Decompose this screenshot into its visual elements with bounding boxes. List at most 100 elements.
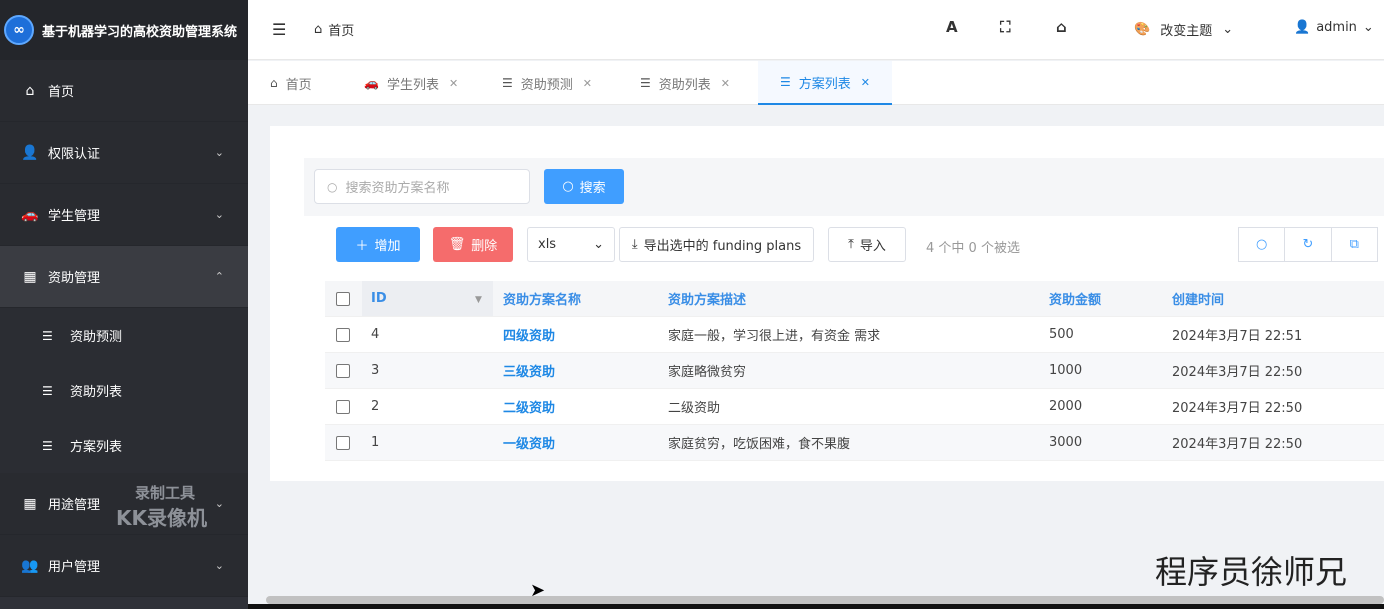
home-icon[interactable]: ⌂: [1056, 18, 1067, 36]
user-label: admin: [1316, 20, 1357, 35]
sidebar-subitem-label: 资助预测: [70, 330, 123, 345]
sidebar-item-auth[interactable]: 👤 权限认证 ⌄: [0, 122, 248, 184]
column-header-time[interactable]: 创建时间: [1172, 281, 1224, 316]
car-icon: 🚗: [364, 76, 379, 90]
select-all-checkbox[interactable]: [336, 281, 350, 316]
columns-icon[interactable]: ⧉: [1332, 228, 1377, 261]
add-button[interactable]: ＋ 增加: [336, 227, 420, 262]
tab-label: 首页: [285, 77, 312, 93]
table-row: 4 四级资助 家庭一般，学习很上进，有资金 需求 500 2024年3月7日 2…: [325, 317, 1384, 353]
chevron-down-icon: ⌄: [214, 146, 224, 159]
search-placeholder: 搜索资助方案名称: [345, 181, 450, 196]
tab-funding-prediction[interactable]: ☰ 资助预测 ✕: [502, 61, 592, 105]
chevron-down-icon: ⌄: [593, 237, 604, 252]
row-checkbox[interactable]: [336, 317, 350, 352]
search-icon: ○: [327, 179, 338, 194]
table-row: 1 一级资助 家庭贫穷，吃饭困难，食不果腹 3000 2024年3月7日 22:…: [325, 425, 1384, 461]
row-checkbox[interactable]: [336, 353, 350, 388]
row-checkbox[interactable]: [336, 389, 350, 424]
tab-bar: ⌂ 首页 🚗 学生列表 ✕ ☰ 资助预测 ✕ ☰ 资助列表 ✕ ☰ 方案列表 ✕: [248, 61, 1384, 105]
search-toggle-icon[interactable]: ○: [1239, 228, 1286, 261]
cell-id: 3: [371, 363, 380, 378]
theme-switcher[interactable]: 🎨 改变主题 ⌄: [1134, 20, 1233, 39]
sidebar-item-home[interactable]: ⌂ 首页: [0, 60, 248, 122]
sidebar-item-funding[interactable]: ▦ 资助管理 ⌃: [0, 246, 248, 308]
cell-id: 2: [371, 399, 380, 414]
close-icon[interactable]: ✕: [721, 77, 730, 90]
list-icon: ☰: [42, 328, 53, 343]
sidebar-item-students[interactable]: 🚗 学生管理 ⌄: [0, 184, 248, 246]
add-button-label: 增加: [374, 239, 401, 254]
table-header: ID ▼ 资助方案名称 资助方案描述 资助金额 创建时间: [325, 281, 1384, 317]
user-icon: 👤: [1294, 20, 1311, 35]
refresh-icon[interactable]: ↻: [1285, 228, 1332, 261]
tab-label: 资助列表: [658, 77, 711, 93]
table-icon: ▦: [23, 268, 37, 285]
table-row: 3 三级资助 家庭略微贫穷 1000 2024年3月7日 22:50: [325, 353, 1384, 389]
sidebar-subitem-prediction[interactable]: ☰ 资助预测: [0, 308, 248, 363]
search-button[interactable]: ○ 搜索: [544, 169, 624, 204]
cell-desc: 家庭贫穷，吃饭困难，食不果腹: [668, 437, 851, 452]
app-title: 基于机器学习的高校资助管理系统: [42, 24, 238, 40]
export-button-label: 导出选中的 funding plans: [643, 239, 802, 254]
cell-amount: 500: [1049, 327, 1074, 342]
top-bar: ☰ ⌂ 首页 A ⛶ ⌂ 🎨 改变主题 ⌄ 👤 admin ⌄: [248, 0, 1384, 60]
bottom-edge: [248, 604, 1384, 609]
cell-name-link[interactable]: 三级资助: [503, 353, 555, 388]
cell-name-link[interactable]: 二级资助: [503, 389, 555, 424]
tab-home[interactable]: ⌂ 首页: [270, 61, 312, 105]
search-icon: ○: [562, 179, 574, 194]
column-header-name[interactable]: 资助方案名称: [503, 281, 581, 316]
close-icon[interactable]: ✕: [861, 76, 870, 89]
user-menu[interactable]: 👤 admin ⌄: [1294, 20, 1374, 35]
sidebar-subitem-plan-list[interactable]: ☰ 方案列表: [0, 418, 248, 473]
column-header-amount[interactable]: 资助金额: [1049, 281, 1101, 316]
sidebar-subitem-label: 资助列表: [70, 385, 123, 400]
cell-time: 2024年3月7日 22:50: [1172, 437, 1303, 452]
close-icon[interactable]: ✕: [449, 77, 458, 90]
plans-table: ID ▼ 资助方案名称 资助方案描述 资助金额 创建时间 4 四级资助 家庭一般…: [325, 281, 1384, 461]
close-icon[interactable]: ✕: [583, 77, 592, 90]
list-icon: ☰: [780, 75, 791, 89]
column-header-desc[interactable]: 资助方案描述: [668, 281, 746, 316]
hamburger-icon[interactable]: ☰: [272, 20, 286, 39]
tab-student-list[interactable]: 🚗 学生列表 ✕: [364, 61, 458, 105]
sort-down-icon[interactable]: ▼: [475, 295, 482, 305]
cell-name-link[interactable]: 四级资助: [503, 317, 555, 352]
import-button-label: 导入: [859, 239, 886, 254]
table-tools: ○ ↻ ⧉: [1238, 227, 1378, 262]
logo-icon: ∞: [4, 15, 34, 45]
list-icon: ☰: [640, 76, 651, 90]
breadcrumb-home[interactable]: ⌂ 首页: [314, 20, 354, 39]
car-icon: 🚗: [21, 206, 39, 223]
sidebar-item-users[interactable]: 👥 用户管理 ⌄: [0, 535, 248, 597]
delete-button[interactable]: 🗑 删除: [433, 227, 513, 262]
search-input[interactable]: ○ 搜索资助方案名称: [314, 169, 530, 204]
cell-time: 2024年3月7日 22:51: [1172, 329, 1303, 344]
sidebar-item-label: 用途管理: [48, 498, 101, 513]
export-button[interactable]: ⤓ 导出选中的 funding plans: [619, 227, 814, 262]
sidebar-subitem-funding-list[interactable]: ☰ 资助列表: [0, 363, 248, 418]
tab-funding-list[interactable]: ☰ 资助列表 ✕: [640, 61, 730, 105]
font-size-icon[interactable]: A: [946, 18, 958, 36]
horizontal-scrollbar[interactable]: [266, 596, 1384, 604]
tab-plan-list[interactable]: ☰ 方案列表 ✕: [758, 61, 892, 105]
cell-name-link[interactable]: 一级资助: [503, 425, 555, 460]
column-header-id[interactable]: ID: [371, 281, 387, 316]
list-icon: ☰: [502, 76, 513, 90]
home-icon: ⌂: [25, 82, 35, 99]
signature-watermark: 程序员徐师兄: [1155, 553, 1348, 591]
cell-amount: 2000: [1049, 399, 1083, 414]
mouse-cursor-icon: ➤: [530, 580, 546, 601]
fullscreen-icon[interactable]: ⛶: [1000, 18, 1011, 36]
chevron-down-icon: ⌄: [214, 208, 224, 221]
format-select[interactable]: xls ⌄: [527, 227, 615, 262]
row-checkbox[interactable]: [336, 425, 350, 460]
tab-label: 资助预测: [520, 77, 573, 93]
sidebar-item-label: 用户管理: [48, 560, 101, 575]
cell-desc: 二级资助: [668, 401, 721, 416]
import-button[interactable]: ⤒ 导入: [828, 227, 906, 262]
upload-icon: ⤒: [848, 237, 854, 252]
home-icon: ⌂: [314, 22, 323, 37]
table-icon: ▦: [23, 495, 37, 512]
